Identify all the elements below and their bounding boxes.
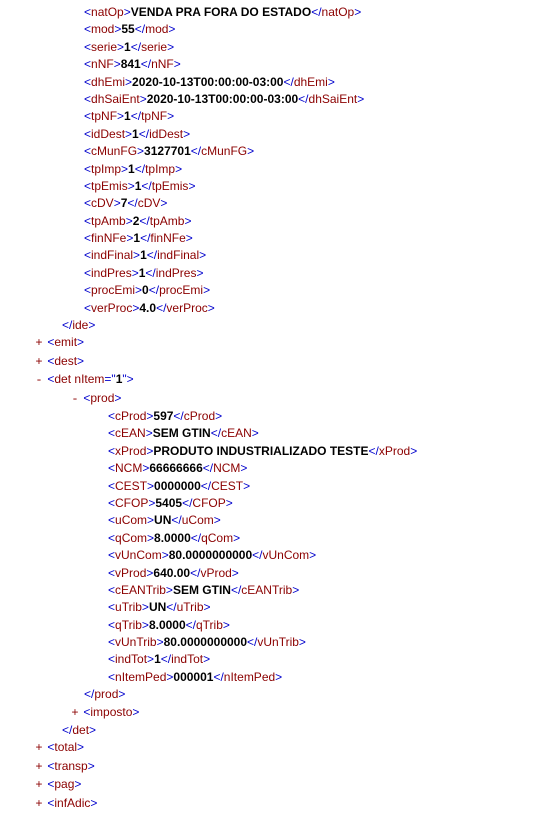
- xml-close-ide: </ide>: [4, 317, 545, 334]
- xml-node-dhEmi: <dhEmi>2020-10-13T00:00:00-03:00</dhEmi>: [4, 74, 545, 91]
- expand-icon[interactable]: +: [34, 777, 44, 794]
- xml-node-imposto[interactable]: + <imposto>: [4, 704, 545, 722]
- xml-node-CEST: <CEST>0000000</CEST>: [4, 478, 545, 495]
- xml-node-cEANTrib: <cEANTrib>SEM GTIN</cEANTrib>: [4, 582, 545, 599]
- xml-node-cDV: <cDV>7</cDV>: [4, 195, 545, 212]
- xml-close-prod: </prod>: [4, 686, 545, 703]
- xml-node-idDest: <idDest>1</idDest>: [4, 126, 545, 143]
- xml-node-natOp: <natOp>VENDA PRA FORA DO ESTADO</natOp>: [4, 4, 545, 21]
- xml-node-finNFe: <finNFe>1</finNFe>: [4, 230, 545, 247]
- xml-node-vProd: <vProd>640.00</vProd>: [4, 565, 545, 582]
- xml-node-cEAN: <cEAN>SEM GTIN</cEAN>: [4, 425, 545, 442]
- xml-node-dest[interactable]: + <dest>: [4, 353, 545, 371]
- xml-node-pag[interactable]: + <pag>: [4, 776, 545, 794]
- xml-node-uCom: <uCom>UN</uCom>: [4, 512, 545, 529]
- xml-node-nNF: <nNF>841</nNF>: [4, 56, 545, 73]
- expand-icon[interactable]: +: [34, 354, 44, 371]
- xml-node-uTrib: <uTrib>UN</uTrib>: [4, 599, 545, 616]
- xml-node-cProd: <cProd>597</cProd>: [4, 408, 545, 425]
- xml-node-vUnTrib: <vUnTrib>80.0000000000</vUnTrib>: [4, 634, 545, 651]
- xml-node-procEmi: <procEmi>0</procEmi>: [4, 282, 545, 299]
- xml-node-vUnCom: <vUnCom>80.0000000000</vUnCom>: [4, 547, 545, 564]
- xml-node-tpEmis: <tpEmis>1</tpEmis>: [4, 178, 545, 195]
- xml-node-transp[interactable]: + <transp>: [4, 758, 545, 776]
- expand-icon[interactable]: +: [70, 705, 80, 722]
- xml-node-tpAmb: <tpAmb>2</tpAmb>: [4, 213, 545, 230]
- collapse-icon[interactable]: -: [70, 391, 80, 408]
- xml-node-NCM: <NCM>66666666</NCM>: [4, 460, 545, 477]
- xml-node-prod[interactable]: - <prod>: [4, 390, 545, 408]
- xml-node-mod: <mod>55</mod>: [4, 21, 545, 38]
- xml-node-serie: <serie>1</serie>: [4, 39, 545, 56]
- xml-node-dhSaiEnt: <dhSaiEnt>2020-10-13T00:00:00-03:00</dhS…: [4, 91, 545, 108]
- xml-node-total[interactable]: + <total>: [4, 739, 545, 757]
- xml-node-nItemPed: <nItemPed>000001</nItemPed>: [4, 669, 545, 686]
- xml-node-infAdic[interactable]: + <infAdic>: [4, 795, 545, 813]
- xml-close-det: </det>: [4, 722, 545, 739]
- xml-node-indPres: <indPres>1</indPres>: [4, 265, 545, 282]
- xml-node-tpImp: <tpImp>1</tpImp>: [4, 161, 545, 178]
- xml-node-CFOP: <CFOP>5405</CFOP>: [4, 495, 545, 512]
- xml-node-qTrib: <qTrib>8.0000</qTrib>: [4, 617, 545, 634]
- expand-icon[interactable]: +: [34, 759, 44, 776]
- expand-icon[interactable]: +: [34, 740, 44, 757]
- expand-icon[interactable]: +: [34, 335, 44, 352]
- xml-node-cMunFG: <cMunFG>3127701</cMunFG>: [4, 143, 545, 160]
- collapse-icon[interactable]: -: [34, 372, 44, 389]
- xml-node-det[interactable]: - <det nItem="1">: [4, 371, 545, 389]
- xml-node-emit[interactable]: + <emit>: [4, 334, 545, 352]
- xml-node-tpNF: <tpNF>1</tpNF>: [4, 108, 545, 125]
- expand-icon[interactable]: +: [34, 796, 44, 813]
- xml-node-indTot: <indTot>1</indTot>: [4, 651, 545, 668]
- xml-node-indFinal: <indFinal>1</indFinal>: [4, 247, 545, 264]
- xml-node-verProc: <verProc>4.0</verProc>: [4, 300, 545, 317]
- xml-node-qCom: <qCom>8.0000</qCom>: [4, 530, 545, 547]
- xml-node-xProd: <xProd>PRODUTO INDUSTRIALIZADO TESTE</xP…: [4, 443, 545, 460]
